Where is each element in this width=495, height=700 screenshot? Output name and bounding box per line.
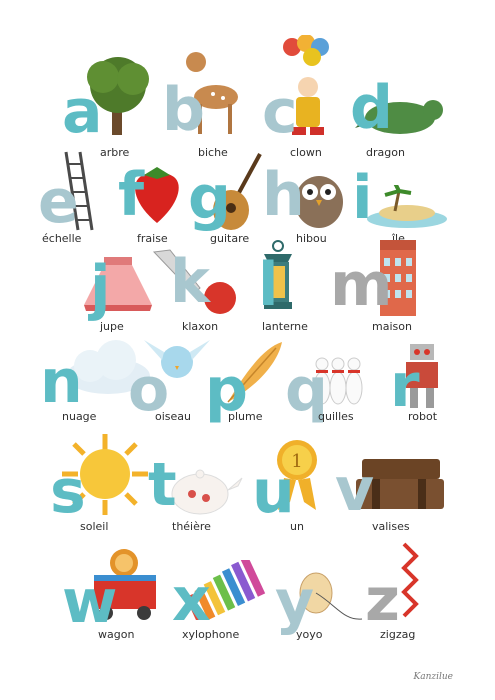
word-theiere: théière — [172, 520, 211, 533]
letter-u: u — [252, 457, 295, 527]
word-maison: maison — [372, 320, 412, 333]
word-xylophone: xylophone — [182, 628, 240, 641]
letter-s: s — [50, 457, 86, 527]
letter-y: y — [275, 567, 315, 637]
letter-l: l — [258, 250, 279, 320]
word-robot: robot — [408, 410, 438, 423]
word-quilles: quilles — [318, 410, 354, 423]
letter-g: g — [188, 163, 231, 233]
word-arbre: arbre — [100, 146, 130, 159]
word-oiseau: oiseau — [155, 410, 191, 423]
signature: Kanzilue — [413, 672, 453, 682]
letter-h: h — [262, 160, 305, 230]
letter-t: t — [148, 450, 177, 520]
word-wagon: wagon — [98, 628, 135, 641]
word-hibou: hibou — [296, 232, 327, 245]
island-icon — [367, 185, 447, 228]
letter-n: n — [40, 347, 83, 417]
letter-m: m — [330, 250, 393, 320]
letter-e: e — [38, 167, 79, 237]
word-clown: clown — [290, 146, 322, 159]
zigzag-icon — [401, 542, 419, 618]
word-fraise: fraise — [137, 232, 168, 245]
word-lanterne: lanterne — [262, 320, 308, 333]
word-soleil: soleil — [80, 520, 109, 533]
word-jupe: jupe — [100, 320, 124, 333]
word-zigzag: zigzag — [380, 628, 416, 641]
letter-r: r — [390, 351, 420, 421]
letter-k: k — [170, 247, 210, 317]
letter-c: c — [262, 77, 298, 147]
word-valises: valises — [372, 520, 410, 533]
letter-v: v — [335, 455, 375, 525]
letter-d: d — [350, 73, 393, 143]
word-un: un — [290, 520, 304, 533]
letter-a: a — [62, 77, 103, 147]
letter-j: j — [90, 253, 111, 323]
alphabet-poster: { "letters": [ {"char":"a","word":"arbre… — [0, 0, 495, 700]
letter-z: z — [365, 565, 400, 635]
word-nuage: nuage — [62, 410, 97, 423]
letter-x: x — [172, 565, 211, 635]
word-guitare: guitare — [210, 232, 250, 245]
word-dragon: dragon — [366, 146, 405, 159]
letter-i: i — [352, 163, 373, 233]
letter-w: w — [62, 567, 118, 637]
letter-f: f — [118, 160, 145, 230]
word-echelle: échelle — [42, 232, 82, 245]
letter-b: b — [162, 75, 205, 145]
word-yoyo: yoyo — [296, 628, 323, 641]
word-plume: plume — [228, 410, 263, 423]
